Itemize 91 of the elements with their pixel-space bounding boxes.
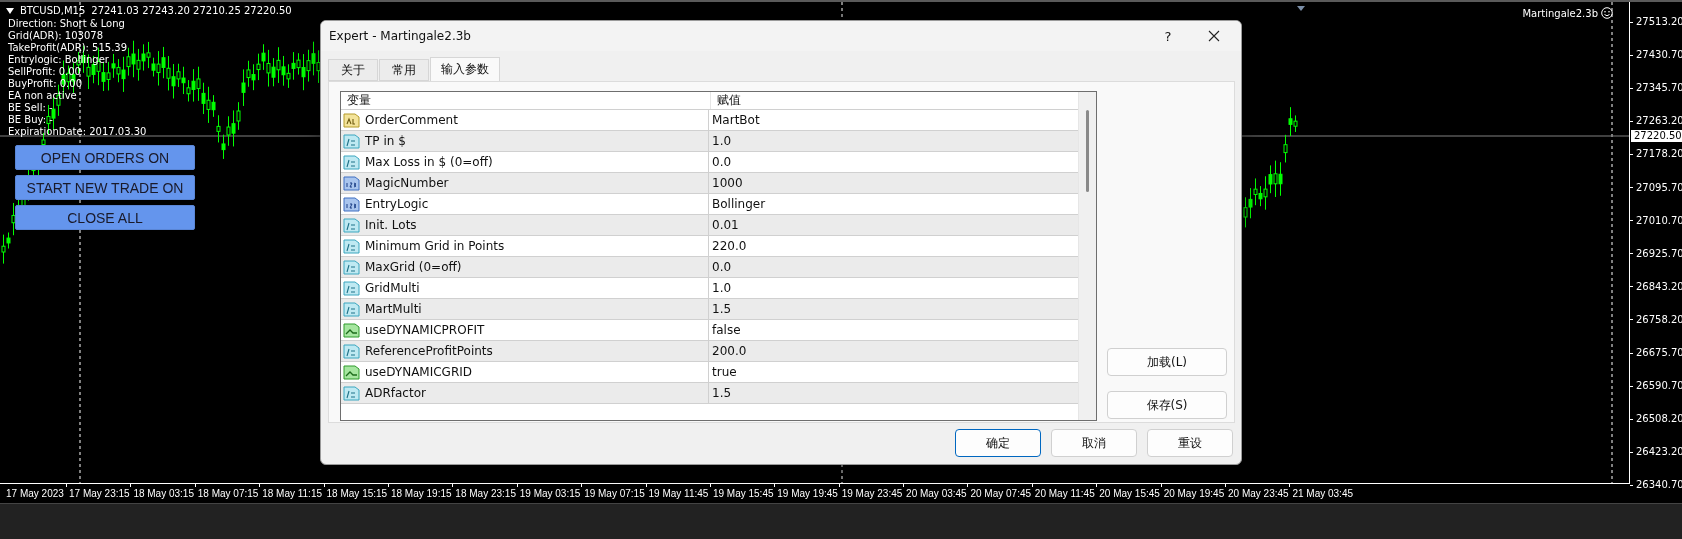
parameter-value[interactable]: 0.01 — [712, 218, 739, 232]
parameter-value[interactable]: 1.0 — [712, 134, 732, 148]
number-type-icon — [343, 258, 360, 276]
time-label: 19 May 15:45 — [709, 484, 775, 501]
parameter-name: TP in $ — [365, 134, 406, 148]
number-type-icon — [343, 174, 360, 192]
tab[interactable]: 常用 — [379, 59, 429, 81]
number-type-icon — [343, 300, 360, 318]
chart-button[interactable]: START NEW TRADE ON — [15, 175, 195, 200]
parameter-value[interactable]: false — [712, 323, 741, 337]
dropdown-triangle-icon[interactable] — [6, 8, 14, 14]
time-label: 20 May 07:45 — [967, 484, 1032, 501]
parameter-value[interactable]: 1.5 — [712, 302, 732, 316]
time-label: 19 May 23:45 — [838, 484, 904, 501]
help-button[interactable]: ? — [1145, 21, 1191, 51]
window-title: Expert - Martingale2.3b — [329, 29, 472, 43]
toggle-type-icon — [343, 321, 360, 339]
time-label: 20 May 03:45 — [903, 484, 968, 501]
parameter-value[interactable]: 200.0 — [712, 344, 747, 358]
number-type-icon — [343, 216, 360, 234]
scrollbar[interactable] — [1078, 92, 1096, 420]
time-label: 17 May 2023 — [4, 484, 66, 501]
time-label: 18 May 07:15 — [194, 484, 260, 501]
ohlc-values: 27241.03 27243.20 27210.25 27220.50 — [91, 5, 292, 17]
parameter-name: MaxGrid (0=off) — [365, 260, 462, 274]
info-line: BE Sell: - — [8, 102, 54, 114]
parameter-value[interactable]: Bollinger — [712, 197, 766, 211]
parameter-name: Minimum Grid in Points — [365, 239, 505, 253]
info-line: TakeProfit(ADR): 515.39 — [8, 42, 129, 54]
time-label: 20 May 23:45 — [1225, 484, 1290, 501]
time-label: 20 May 19:45 — [1160, 484, 1226, 501]
parameter-name: useDYNAMICGRID — [365, 365, 473, 379]
expert-name: Martingale2.3b — [1522, 7, 1598, 19]
time-label: 17 May 23:15 — [66, 484, 131, 501]
time-label: 18 May 15:15 — [323, 484, 388, 501]
number-type-icon — [343, 237, 360, 255]
parameter-value[interactable]: 1.0 — [712, 281, 732, 295]
dialog-button[interactable]: 确定 — [955, 429, 1041, 457]
time-label: 20 May 15:45 — [1096, 484, 1161, 501]
column-header[interactable]: 赋值 — [711, 92, 741, 109]
parameter-name: MagicNumber — [365, 176, 449, 190]
side-button[interactable]: 加载(L) — [1107, 348, 1227, 376]
time-label: 21 May 03:45 — [1289, 484, 1354, 501]
parameter-value[interactable]: true — [712, 365, 737, 379]
chart-button[interactable]: CLOSE ALL — [15, 205, 195, 230]
parameter-value[interactable]: 0.0 — [712, 260, 732, 274]
number-type-icon — [343, 342, 360, 360]
current-price-label: 27220.50 — [1631, 130, 1682, 142]
time-label: 18 May 03:15 — [130, 484, 195, 501]
number-type-icon — [343, 153, 360, 171]
parameter-name: Max Loss in $ (0=off) — [365, 155, 493, 169]
tab[interactable]: 输入参数 — [430, 57, 500, 81]
time-label: 19 May 11:45 — [645, 484, 710, 501]
toggle-type-icon — [343, 363, 360, 381]
chart-button[interactable]: OPEN ORDERS ON — [15, 145, 195, 170]
parameter-name: useDYNAMICPROFIT — [365, 323, 485, 337]
time-label: 18 May 19:15 — [387, 484, 453, 501]
parameter-name: ADRfactor — [365, 386, 426, 400]
info-line: BE Buy: - — [8, 114, 54, 126]
time-label: 19 May 03:15 — [516, 484, 582, 501]
number-type-icon — [343, 195, 360, 213]
time-label: 18 May 11:15 — [259, 484, 324, 501]
symbol-label: BTCUSD,M15 — [20, 5, 86, 17]
info-line: Grid(ADR): 103078 — [8, 30, 104, 42]
time-label: 19 May 19:45 — [774, 484, 839, 501]
number-type-icon — [343, 132, 360, 150]
time-label: 19 May 07:15 — [581, 484, 646, 501]
parameter-value[interactable]: 220.0 — [712, 239, 747, 253]
side-button[interactable]: 保存(S) — [1107, 391, 1227, 419]
parameter-name: OrderComment — [365, 113, 458, 127]
triangle-marker-icon — [1297, 6, 1305, 11]
parameter-value[interactable]: 1.5 — [712, 386, 732, 400]
parameter-value[interactable]: MartBot — [712, 113, 760, 127]
number-type-icon — [343, 279, 360, 297]
parameter-name: ReferenceProfitPoints — [365, 344, 493, 358]
dialog-button[interactable]: 取消 — [1051, 429, 1137, 457]
parameter-value[interactable]: 0.0 — [712, 155, 732, 169]
parameter-name: Init. Lots — [365, 218, 417, 232]
time-label: 20 May 11:45 — [1031, 484, 1097, 501]
parameter-name: EntryLogic — [365, 197, 429, 211]
dialog-button[interactable]: 重设 — [1147, 429, 1233, 457]
parameter-name: GridMulti — [365, 281, 420, 295]
info-line: Direction: Short & Long — [8, 18, 126, 30]
number-type-icon — [343, 384, 360, 402]
parameter-value[interactable]: 1000 — [712, 176, 743, 190]
time-label: 18 May 23:15 — [452, 484, 517, 501]
parameter-name: MartMulti — [365, 302, 422, 316]
smiley-icon[interactable] — [1601, 7, 1613, 19]
tab[interactable]: 关于 — [328, 59, 378, 81]
text-type-icon — [343, 111, 360, 129]
close-icon — [1208, 30, 1220, 42]
